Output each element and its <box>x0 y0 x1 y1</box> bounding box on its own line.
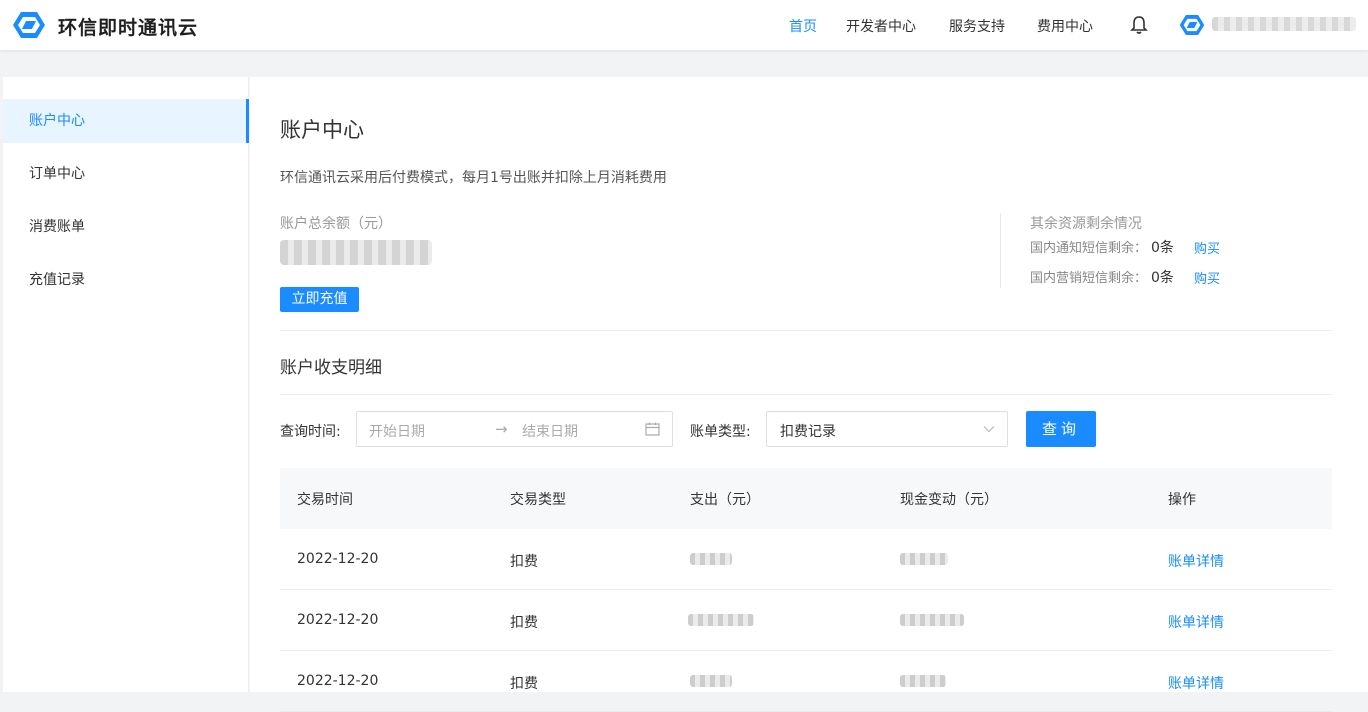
sidebar-item-recharge-record[interactable]: 充值记录 <box>3 258 249 302</box>
resource-count: 0条 <box>1151 240 1174 256</box>
brand-name[interactable]: 环信即时通讯云 <box>58 13 198 40</box>
divider <box>1000 213 1001 288</box>
transaction-time: 2022-12-20 <box>297 612 379 628</box>
table-row: 2022-12-20 扣费 账单详情 <box>280 529 1332 590</box>
nav-home[interactable]: 首页 <box>789 16 817 36</box>
table-row: 2022-12-20 扣费 账单详情 <box>280 590 1332 651</box>
resource-label: 国内通知短信剩余： <box>1030 241 1148 256</box>
balance-label: 账户总余额（元） <box>280 216 392 232</box>
divider <box>280 330 1332 331</box>
expense-redacted <box>690 553 732 565</box>
cash-change-redacted <box>900 675 946 687</box>
expense-redacted <box>690 675 732 687</box>
cash-change-redacted <box>900 614 964 626</box>
arrow-right-icon: → <box>495 420 508 438</box>
date-range-picker[interactable]: 开始日期 → 结束日期 <box>356 411 673 447</box>
transaction-type: 扣费 <box>510 554 538 570</box>
buy-notice-sms-link[interactable]: 购买 <box>1194 238 1220 257</box>
resources-title: 其余资源剩余情况 <box>1030 216 1142 232</box>
balance-value-redacted <box>280 240 432 265</box>
main-content: 账户中心 环信通讯云采用后付费模式，每月1号出账并扣除上月消耗费用 账户总余额（… <box>250 77 1368 712</box>
resource-label: 国内营销短信剩余： <box>1030 271 1148 286</box>
bill-detail-link[interactable]: 账单详情 <box>1168 673 1224 693</box>
billing-notice: 环信通讯云采用后付费模式，每月1号出账并扣除上月消耗费用 <box>280 170 667 186</box>
nav-billing-center[interactable]: 费用中心 <box>1037 16 1093 36</box>
bill-detail-link[interactable]: 账单详情 <box>1168 551 1224 571</box>
expense-redacted <box>688 614 754 626</box>
column-header: 交易时间 <box>297 492 353 508</box>
cash-change-redacted <box>900 553 948 565</box>
buy-marketing-sms-link[interactable]: 购买 <box>1194 268 1220 287</box>
nav-developer-center[interactable]: 开发者中心 <box>846 16 916 36</box>
column-header: 支出（元） <box>690 492 760 508</box>
username-redacted[interactable] <box>1212 17 1356 31</box>
transaction-time: 2022-12-20 <box>297 551 379 567</box>
bill-detail-link[interactable]: 账单详情 <box>1168 612 1224 632</box>
query-time-label: 查询时间: <box>280 424 341 440</box>
bill-type-label: 账单类型: <box>690 424 751 440</box>
sidebar-item-consumption-bill[interactable]: 消费账单 <box>3 205 249 249</box>
sidebar: 账户中心 订单中心 消费账单 充值记录 <box>3 77 249 692</box>
bill-type-value: 扣费记录 <box>780 424 836 440</box>
chevron-down-icon <box>983 426 995 433</box>
page-title: 账户中心 <box>280 118 364 142</box>
sidebar-item-order-center[interactable]: 订单中心 <box>3 152 249 196</box>
sidebar-item-account-center[interactable]: 账户中心 <box>3 99 249 143</box>
table-row: 2022-12-20 扣费 账单详情 <box>280 651 1332 712</box>
transaction-time: 2022-12-20 <box>297 673 379 689</box>
transaction-type: 扣费 <box>510 676 538 692</box>
resource-row-notice-sms: 国内通知短信剩余： 0条 <box>1030 237 1174 257</box>
table-header: 交易时间 交易类型 支出（元） 现金变动（元） 操作 <box>280 468 1332 529</box>
resource-row-marketing-sms: 国内营销短信剩余： 0条 <box>1030 267 1174 287</box>
end-date-input[interactable]: 结束日期 <box>522 421 578 441</box>
bell-icon[interactable] <box>1130 15 1148 35</box>
resource-count: 0条 <box>1151 270 1174 286</box>
transaction-type: 扣费 <box>510 615 538 631</box>
query-button[interactable]: 查询 <box>1026 411 1096 447</box>
avatar[interactable] <box>1179 13 1205 37</box>
calendar-icon[interactable] <box>645 422 660 436</box>
column-header: 操作 <box>1168 492 1196 508</box>
start-date-input[interactable]: 开始日期 <box>369 421 425 441</box>
column-header: 现金变动（元） <box>900 492 998 508</box>
divider <box>280 394 1332 395</box>
top-navbar: 环信即时通讯云 首页 开发者中心 服务支持 费用中心 <box>0 0 1368 50</box>
recharge-button[interactable]: 立即充值 <box>280 287 359 312</box>
nav-service-support[interactable]: 服务支持 <box>949 16 1005 36</box>
bill-type-select[interactable]: 扣费记录 <box>766 411 1008 447</box>
column-header: 交易类型 <box>510 492 566 508</box>
section-title: 账户收支明细 <box>280 358 382 378</box>
brand-logo-icon[interactable] <box>12 10 46 40</box>
